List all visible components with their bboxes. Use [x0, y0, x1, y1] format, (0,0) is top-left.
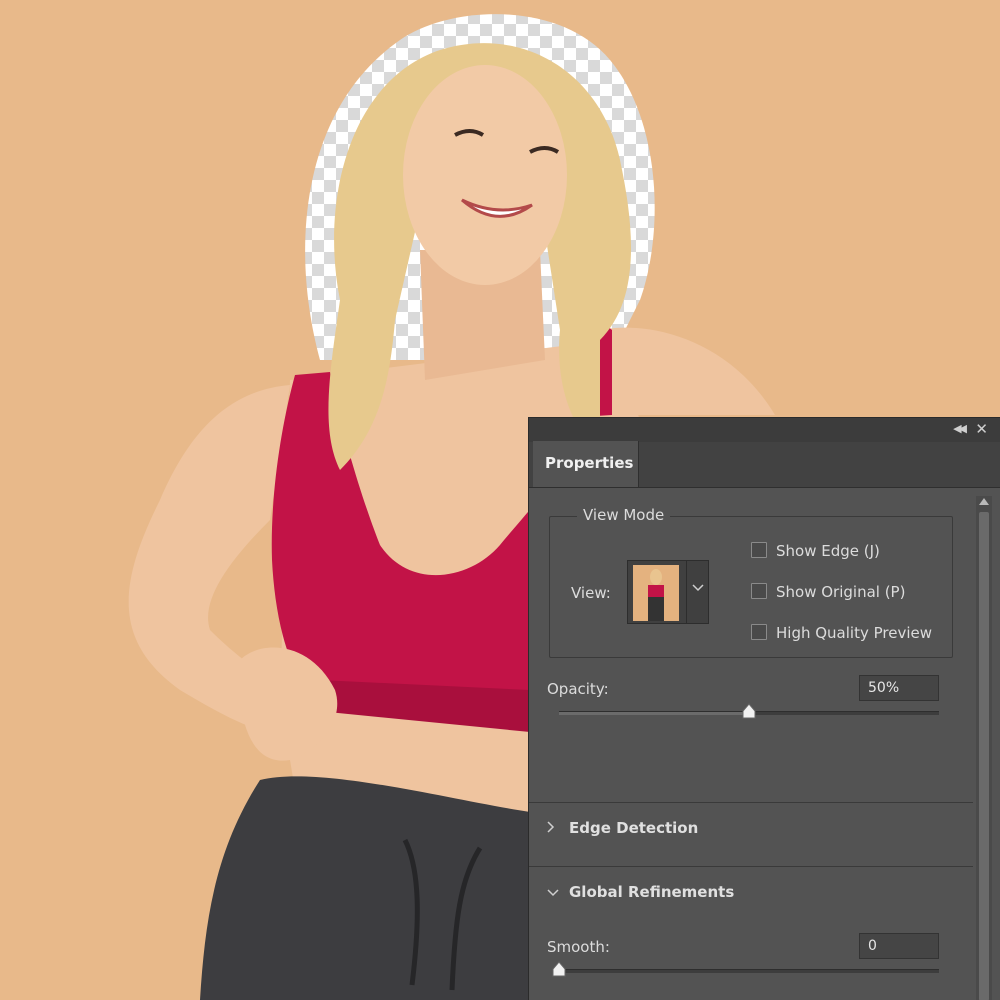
checkbox-box[interactable]: [751, 583, 767, 599]
chevron-down-icon: [547, 883, 569, 901]
opacity-slider-fill: [559, 712, 749, 715]
smooth-slider[interactable]: [552, 961, 939, 977]
tab-properties[interactable]: Properties: [533, 441, 639, 487]
opacity-label: Opacity:: [547, 680, 609, 698]
show-edge-label: Show Edge (J): [776, 542, 880, 560]
show-original-checkbox[interactable]: Show Original (P): [751, 583, 905, 601]
smooth-slider-thumb[interactable]: [551, 961, 567, 977]
opacity-slider[interactable]: [559, 703, 939, 719]
opacity-slider-thumb[interactable]: [741, 703, 757, 719]
checkbox-box[interactable]: [751, 542, 767, 558]
show-original-label: Show Original (P): [776, 583, 906, 601]
edge-detection-label: Edge Detection: [569, 819, 699, 837]
show-edge-checkbox[interactable]: Show Edge (J): [751, 542, 880, 560]
view-mode-title: View Mode: [577, 506, 671, 524]
pants: [200, 776, 530, 1000]
face: [403, 65, 567, 285]
chevron-right-icon: [547, 819, 569, 837]
panel-titlebar: ◀◀ ✕: [529, 418, 1000, 442]
smooth-input[interactable]: [859, 933, 939, 959]
high-quality-preview-label: High Quality Preview: [776, 624, 932, 642]
opacity-input[interactable]: [859, 675, 939, 701]
view-mode-dropdown[interactable]: [627, 560, 709, 624]
collapse-panel-icon[interactable]: ◀◀: [953, 422, 967, 435]
scrollbar-thumb[interactable]: [979, 512, 989, 1000]
divider: [529, 866, 973, 867]
high-quality-preview-checkbox[interactable]: High Quality Preview: [751, 624, 932, 642]
smooth-label: Smooth:: [547, 938, 610, 956]
chevron-down-icon[interactable]: [686, 561, 708, 623]
view-label: View:: [571, 584, 611, 602]
view-thumbnail: [633, 565, 679, 621]
scroll-up-icon[interactable]: [979, 498, 989, 505]
section-edge-detection[interactable]: Edge Detection: [547, 819, 698, 837]
checkbox-box[interactable]: [751, 624, 767, 640]
section-global-refinements[interactable]: Global Refinements: [547, 883, 734, 901]
close-icon[interactable]: ✕: [975, 420, 988, 438]
properties-panel: ◀◀ ✕ Properties View Mode View: Show Edg…: [528, 417, 1000, 1000]
global-refinements-label: Global Refinements: [569, 883, 735, 901]
divider: [529, 802, 973, 803]
